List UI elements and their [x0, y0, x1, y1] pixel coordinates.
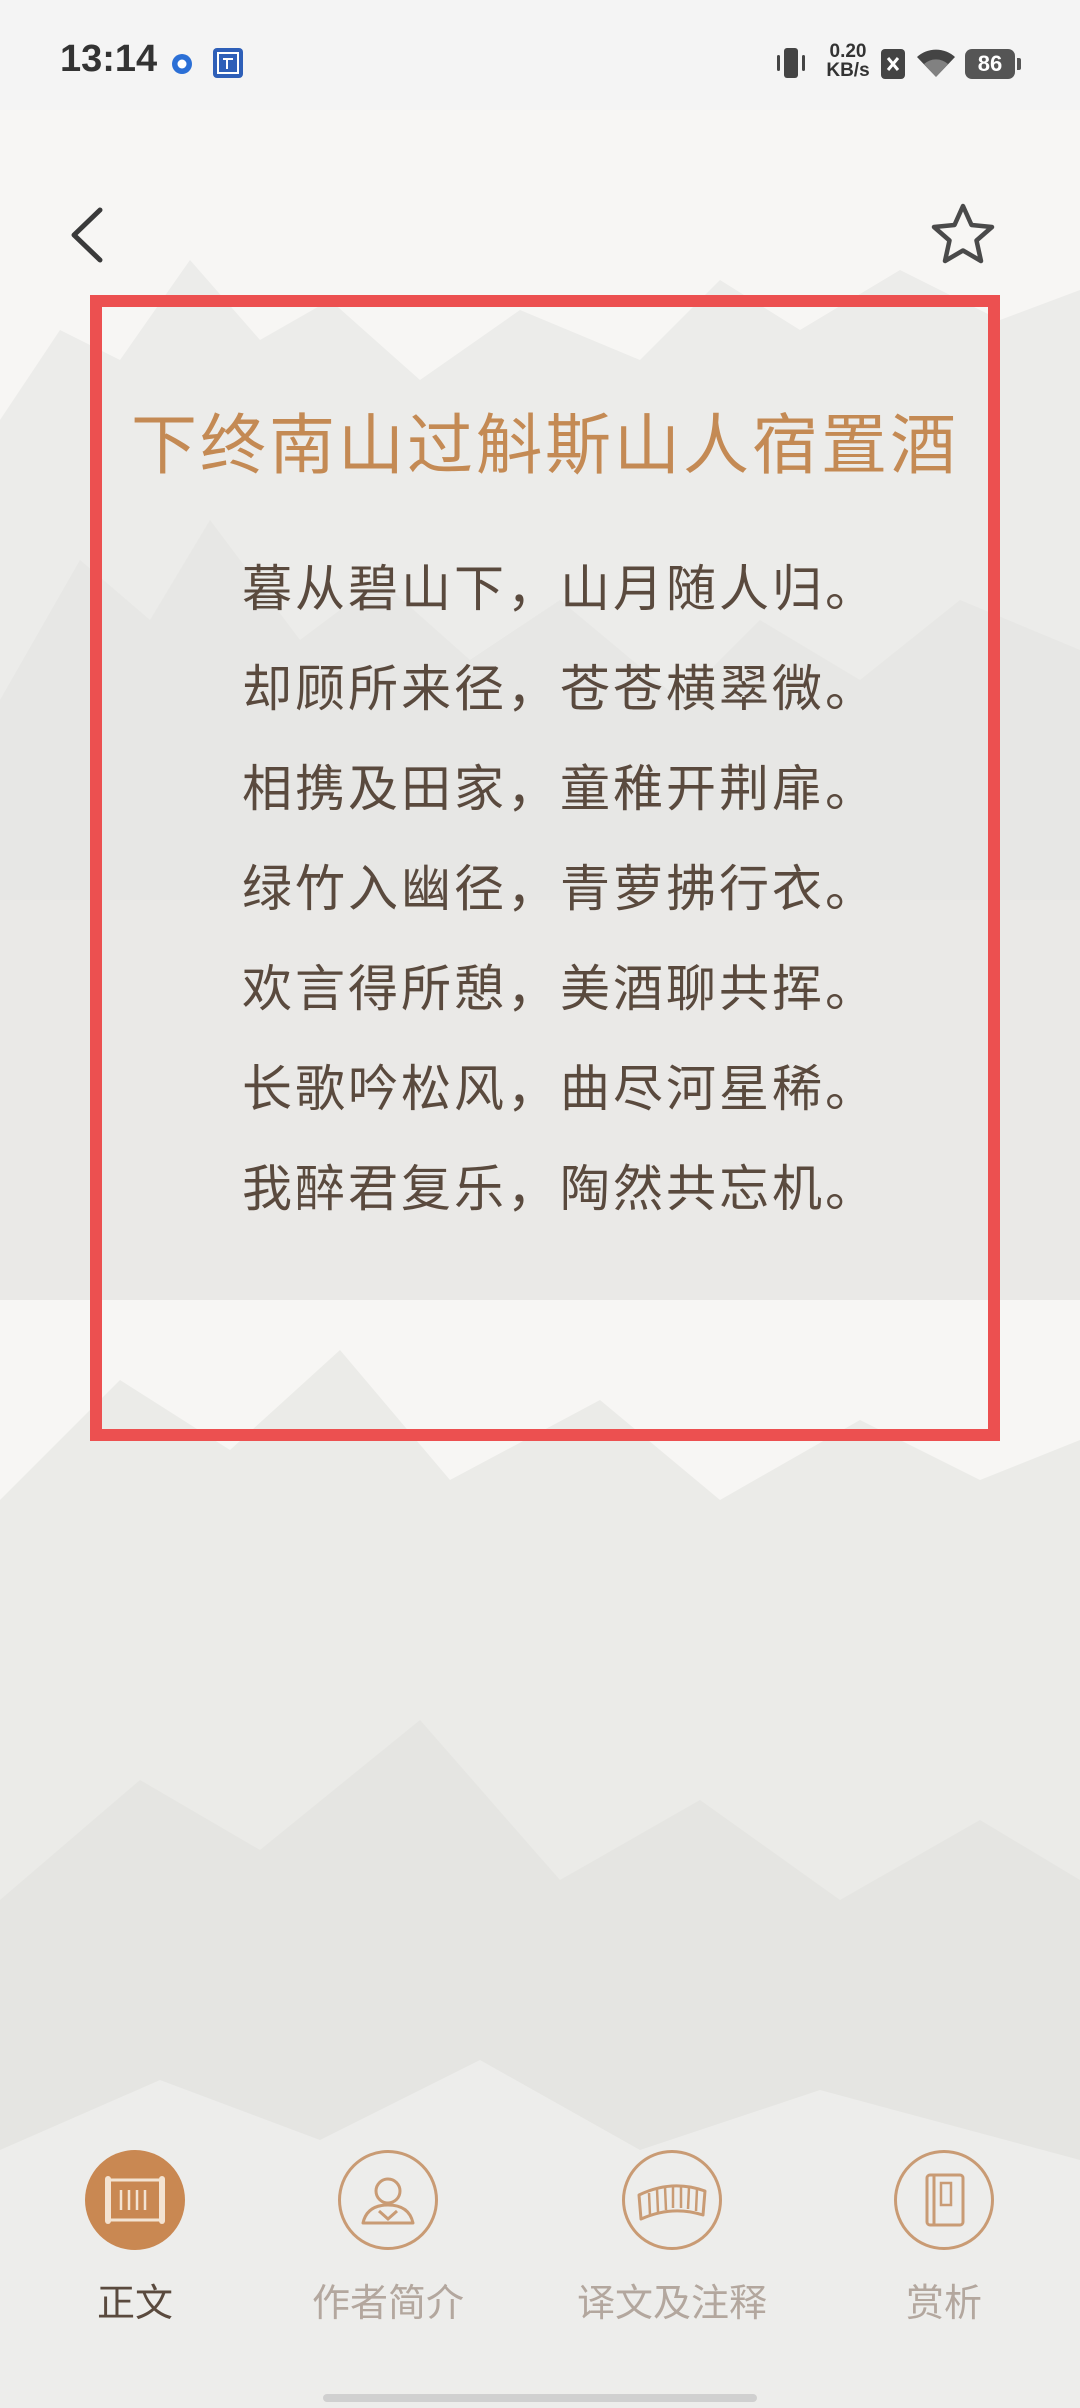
back-button[interactable] — [60, 200, 120, 270]
scroll-icon-circle — [85, 2150, 185, 2250]
tab-label: 译文及注释 — [576, 2281, 767, 2325]
poem-line: 相携及田家，童稚开荆扉。 — [242, 760, 878, 818]
network-speed-value: 0.20 — [829, 41, 867, 62]
network-speed: 0.20 KB/s — [820, 42, 876, 80]
tab-main-text[interactable]: 正文 — [5, 2150, 265, 2327]
bamboo-slip-icon-circle — [622, 2150, 722, 2250]
poem-line: 暮从碧山下，山月随人归。 — [242, 560, 878, 618]
book-icon — [925, 2173, 965, 2227]
tab-appreciation[interactable]: 赏析 — [814, 2150, 1074, 2327]
status-time: 13:14 — [60, 38, 158, 80]
scroll-icon — [105, 2176, 165, 2224]
app-badge-icon — [213, 48, 243, 78]
tab-label: 作者简介 — [311, 2281, 464, 2325]
poem-line: 欢言得所憩，美酒聊共挥。 — [242, 960, 878, 1018]
tab-translation-notes[interactable]: 译文及注释 — [542, 2150, 802, 2327]
vibrate-icon — [777, 48, 805, 78]
status-bar: 13:14 0.20 KB/s 86 — [0, 0, 1080, 110]
poem-body: 暮从碧山下，山月随人归。 却顾所来径，苍苍横翠微。 相携及田家，童稚开荆扉。 绿… — [242, 539, 878, 1239]
tab-author-intro[interactable]: 作者简介 — [258, 2150, 518, 2327]
battery-indicator: 86 — [965, 49, 1021, 79]
poem-line: 绿竹入幽径，青萝拂行衣。 — [242, 860, 878, 918]
bamboo-slip-icon — [637, 2184, 707, 2221]
poem-highlight-frame: 下终南山过斛斯山人宿置酒 暮从碧山下，山月随人归。 却顾所来径，苍苍横翠微。 相… — [90, 295, 1000, 1441]
poem-title: 下终南山过斛斯山人宿置酒 — [131, 407, 959, 484]
star-outline-icon — [931, 203, 995, 264]
tab-label: 赏析 — [905, 2281, 982, 2325]
author-icon — [361, 2177, 415, 2225]
favorite-button[interactable] — [928, 200, 998, 270]
network-speed-unit: KB/s — [826, 60, 870, 81]
poem-line: 我醉君复乐，陶然共忘机。 — [242, 1160, 878, 1218]
home-indicator[interactable] — [323, 2394, 757, 2402]
tab-label: 正文 — [96, 2281, 173, 2325]
book-icon-circle — [894, 2150, 994, 2250]
poem-line: 长歌吟松风，曲尽河星稀。 — [242, 1060, 878, 1118]
sim-disabled-icon — [881, 49, 905, 79]
author-icon-circle — [338, 2150, 438, 2250]
poem-line: 却顾所来径，苍苍横翠微。 — [242, 660, 878, 718]
chevron-left-icon — [71, 207, 103, 263]
wifi-icon — [917, 49, 955, 77]
app-notification-icon — [172, 54, 192, 74]
